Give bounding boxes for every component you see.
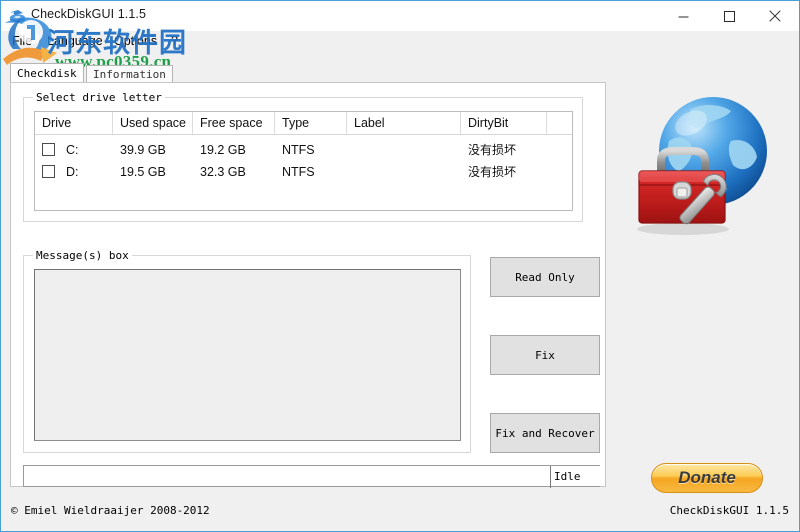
fix-button[interactable]: Fix: [490, 335, 600, 375]
close-button[interactable]: [752, 1, 798, 31]
cell-free-space: 32.3 GB: [200, 165, 246, 179]
cell-label: [347, 161, 461, 183]
menu-item-options[interactable]: Options: [109, 33, 162, 49]
menu-item-file[interactable]: File: [7, 33, 37, 49]
select-drive-groupbox: Select drive letter Drive Used space Fre…: [23, 91, 583, 222]
drive-checkbox-d[interactable]: [42, 165, 55, 178]
maximize-button[interactable]: [706, 1, 752, 31]
cell-drive: C:: [66, 143, 79, 157]
copyright-label: © Emiel Wieldraaijer 2008-2012: [11, 504, 210, 517]
column-header-label[interactable]: Label: [347, 112, 461, 134]
table-row[interactable]: D: 19.5 GB 32.3 GB NTFS 没有损坏: [35, 161, 572, 183]
menu-bar: File Language Options ?: [1, 31, 799, 53]
fix-and-recover-button[interactable]: Fix and Recover: [490, 413, 600, 453]
column-header-type[interactable]: Type: [275, 112, 347, 134]
column-header-free-space[interactable]: Free space: [193, 112, 275, 134]
cell-label: [347, 139, 461, 161]
title-bar: CheckDiskGUI 1.1.5: [1, 1, 799, 31]
cell-type: NTFS: [282, 143, 315, 157]
progress-bar: Idle: [23, 465, 600, 488]
tab-information[interactable]: Information: [86, 65, 173, 83]
messages-groupbox: Message(s) box: [23, 249, 471, 453]
drive-checkbox-c[interactable]: [42, 143, 55, 156]
app-disk-icon: [9, 8, 26, 25]
checkdisk-tab-panel: Select drive letter Drive Used space Fre…: [10, 82, 606, 488]
cell-dirtybit: 没有损坏: [468, 143, 517, 157]
donate-button[interactable]: Donate: [651, 463, 763, 493]
drive-table[interactable]: Drive Used space Free space Type Label D…: [34, 111, 573, 211]
cell-used-space: 19.5 GB: [120, 165, 166, 179]
menu-item-language[interactable]: Language: [42, 33, 108, 49]
column-header-used-space[interactable]: Used space: [113, 112, 193, 134]
progress-separator: [550, 466, 551, 488]
messages-groupbox-title: Message(s) box: [33, 249, 132, 262]
minimize-button[interactable]: [660, 1, 706, 31]
select-drive-groupbox-title: Select drive letter: [33, 91, 165, 104]
application-window: CheckDiskGUI 1.1.5 File Language Options…: [0, 0, 800, 532]
column-header-drive[interactable]: Drive: [35, 112, 113, 134]
globe-toolbox-icon: [621, 89, 783, 245]
version-label: CheckDiskGUI 1.1.5: [669, 504, 789, 517]
column-header-spacer[interactable]: [547, 112, 572, 134]
cell-free-space: 19.2 GB: [200, 143, 246, 157]
drive-table-header: Drive Used space Free space Type Label D…: [35, 112, 572, 135]
cell-dirtybit: 没有损坏: [468, 165, 517, 179]
status-label: Idle: [554, 470, 581, 483]
message-textarea[interactable]: [34, 269, 461, 441]
tab-checkdisk[interactable]: Checkdisk: [10, 63, 84, 83]
cell-used-space: 39.9 GB: [120, 143, 166, 157]
cell-drive: D:: [66, 165, 79, 179]
read-only-button[interactable]: Read Only: [490, 257, 600, 297]
window-title: CheckDiskGUI 1.1.5: [31, 7, 147, 21]
column-header-dirtybit[interactable]: DirtyBit: [461, 112, 547, 134]
cell-type: NTFS: [282, 165, 315, 179]
table-row[interactable]: C: 39.9 GB 19.2 GB NTFS 没有损坏: [35, 139, 572, 161]
menu-item-help[interactable]: ?: [166, 33, 183, 49]
